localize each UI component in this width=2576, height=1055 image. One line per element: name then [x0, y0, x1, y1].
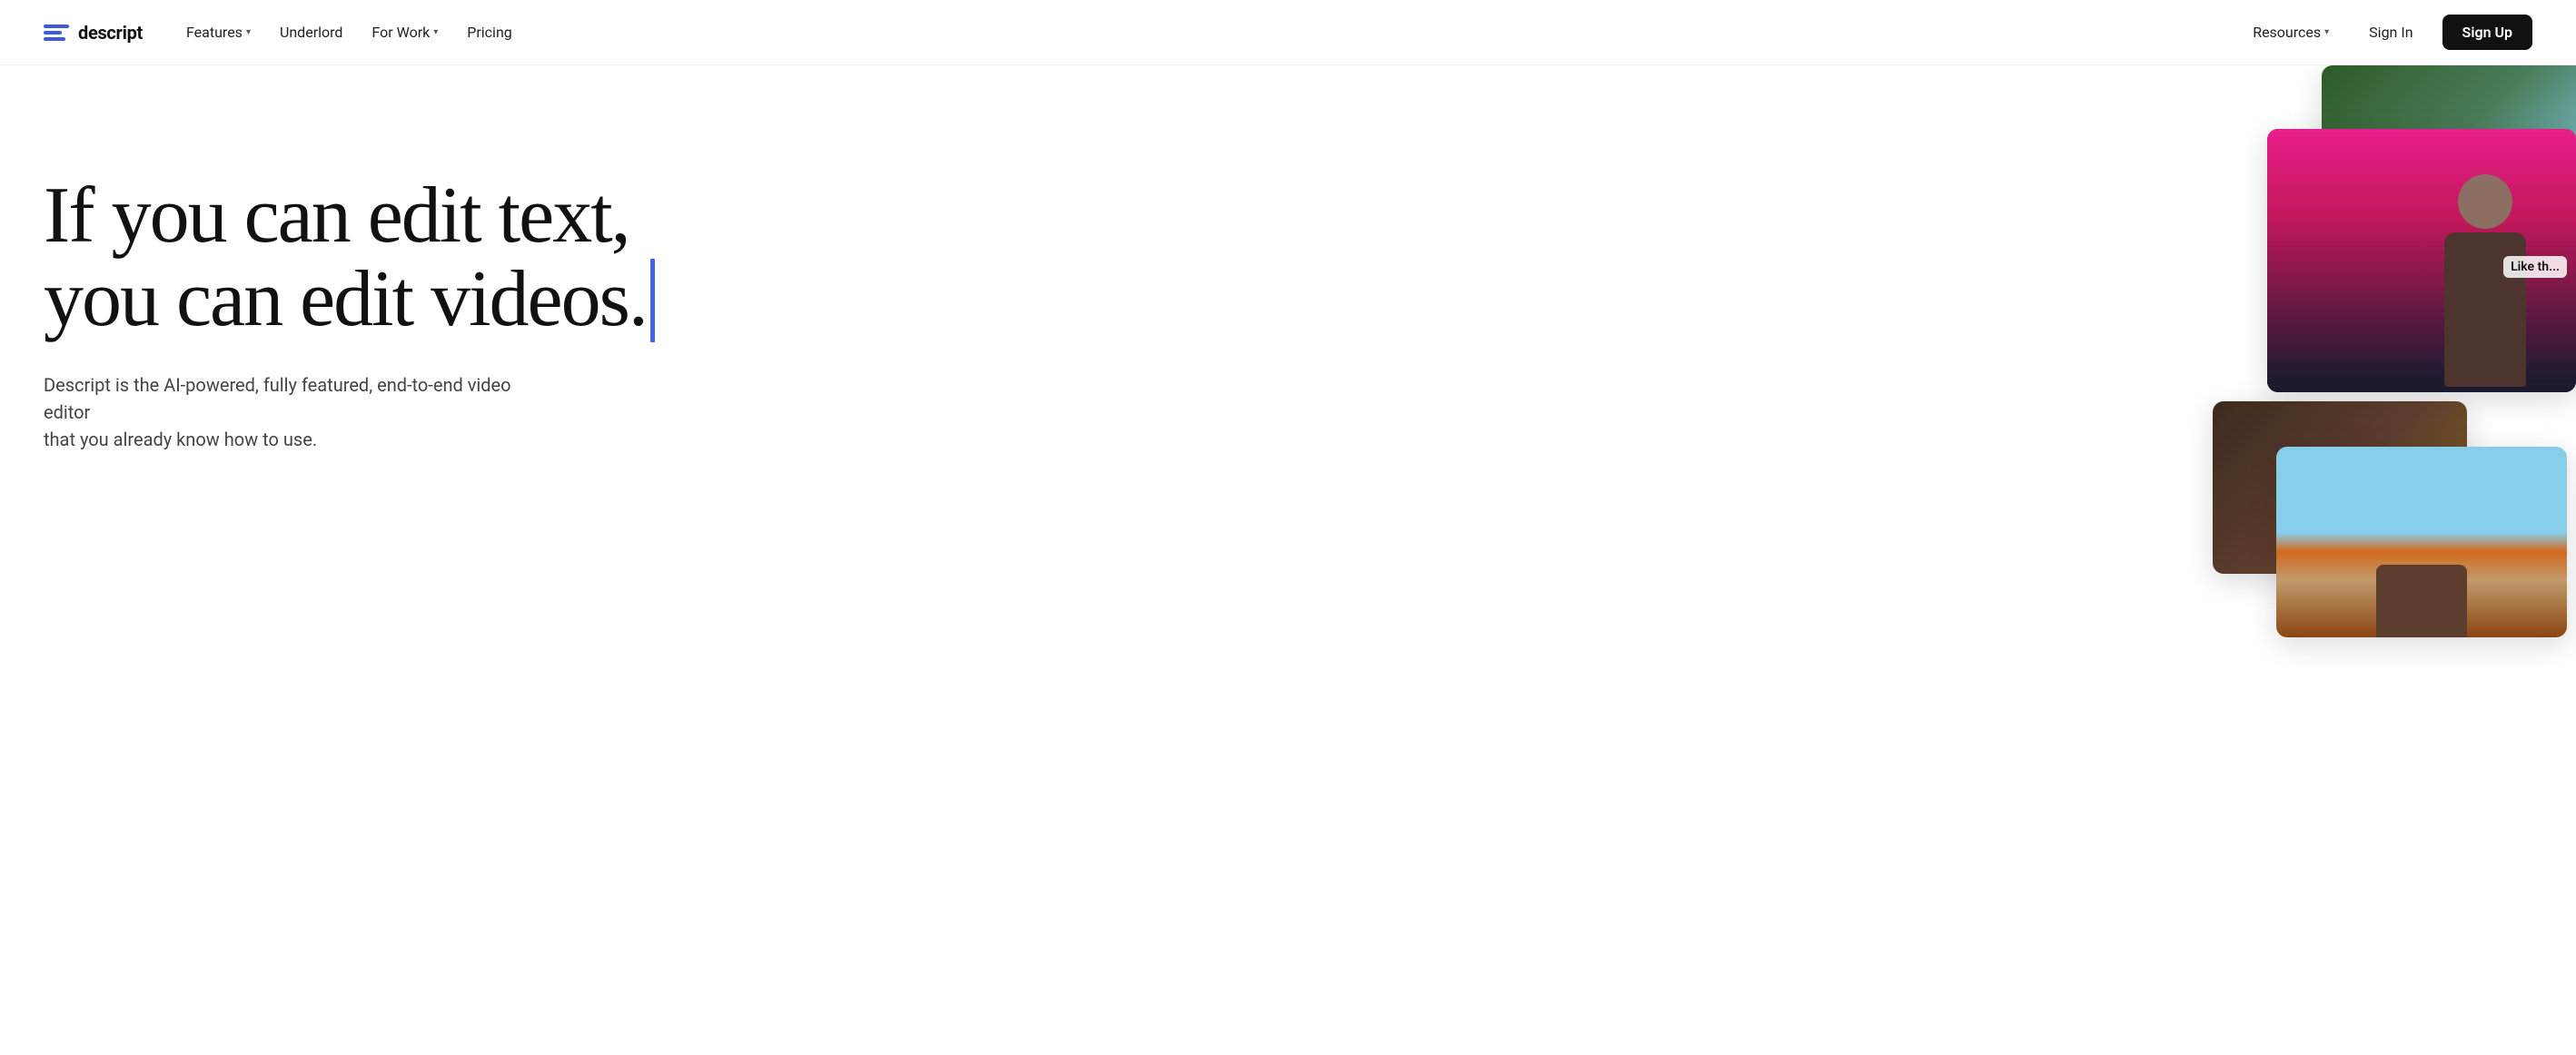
hero-section: If you can edit text, you can edit video…	[0, 65, 2576, 1055]
nav-label-underlord: Underlord	[280, 24, 342, 41]
nav-link-features[interactable]: Features ▾	[175, 16, 262, 48]
nav-item-for-work: For Work ▾	[361, 16, 449, 48]
hero-subtext-line1: Descript is the AI-powered, fully featur…	[44, 374, 511, 423]
logo-text: descript	[78, 22, 143, 44]
hero-image-card-1	[2322, 65, 2576, 211]
hero-headline: If you can edit text, you can edit video…	[44, 174, 788, 342]
nav-link-pricing[interactable]: Pricing	[456, 16, 523, 48]
logo-bar-3	[44, 37, 65, 41]
nav-item-pricing: Pricing	[456, 16, 523, 48]
navbar-right: Resources ▾ Sign In Sign Up	[2242, 15, 2532, 50]
hero-subtext: Descript is the AI-powered, fully featur…	[44, 371, 552, 453]
hero-image-card-3	[2213, 401, 2467, 574]
logo-bar-2	[44, 31, 62, 35]
person-figure	[2431, 174, 2540, 383]
descript-logo-icon	[44, 25, 69, 41]
nav-link-for-work[interactable]: For Work ▾	[361, 16, 449, 48]
logo[interactable]: descript	[44, 22, 143, 44]
nav-label-resources: Resources	[2253, 24, 2321, 41]
sign-in-button[interactable]: Sign In	[2354, 16, 2427, 48]
rock-silhouette	[2376, 565, 2467, 637]
hero-image-card-4	[2276, 447, 2567, 637]
chevron-down-icon-work: ▾	[433, 27, 438, 37]
logo-bar-1	[44, 25, 69, 28]
chevron-down-icon-resources: ▾	[2324, 27, 2329, 37]
hero-subtext-line2: that you already know how to use.	[44, 429, 317, 450]
hero-headline-line2: you can edit videos.	[44, 255, 647, 343]
navbar: descript Features ▾ Underlord For Work ▾	[0, 0, 2576, 65]
chevron-down-icon: ▾	[246, 27, 251, 37]
navbar-left: descript Features ▾ Underlord For Work ▾	[44, 16, 523, 48]
nav-item-underlord: Underlord	[269, 16, 353, 48]
nav-label-features: Features	[186, 24, 243, 41]
nav-link-resources[interactable]: Resources ▾	[2242, 16, 2340, 48]
nav-link-underlord[interactable]: Underlord	[269, 16, 353, 48]
nav-item-features: Features ▾	[175, 16, 262, 48]
sign-up-button[interactable]: Sign Up	[2442, 15, 2532, 50]
nav-links: Features ▾ Underlord For Work ▾ Pricing	[175, 16, 523, 48]
text-cursor	[650, 259, 655, 342]
person-bg: Like th...	[2267, 129, 2576, 383]
nav-label-for-work: For Work	[372, 24, 430, 41]
hero-image-card-2: Like th...	[2267, 129, 2576, 392]
card-overlay-text: Like th...	[2503, 256, 2567, 278]
nav-label-pricing: Pricing	[467, 24, 512, 41]
hero-content: If you can edit text, you can edit video…	[44, 138, 788, 453]
hero-headline-line1: If you can edit text,	[44, 172, 629, 260]
person-photo: Like th...	[2267, 129, 2576, 392]
hero-images: Like th...	[2104, 65, 2576, 1055]
